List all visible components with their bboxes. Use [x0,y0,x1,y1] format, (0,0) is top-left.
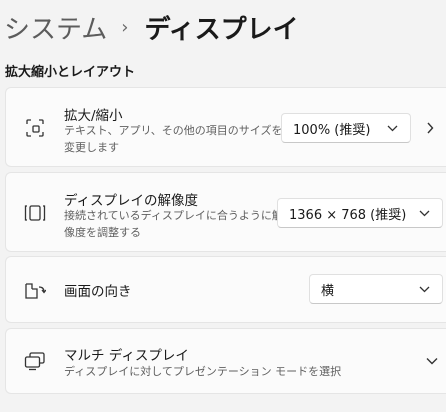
orientation-setting-card: 画面の向き 横 [5,256,446,323]
chevron-down-icon [419,210,430,217]
scale-description-line1: テキスト、アプリ、その他の項目のサイズを [64,124,283,137]
orientation-icon [24,280,46,302]
resolution-dropdown[interactable]: 1366 × 768 (推奨) [277,198,443,228]
resolution-dropdown-value: 1366 × 768 (推奨) [289,207,407,223]
breadcrumb-system-link[interactable]: システム [4,9,107,46]
orientation-dropdown[interactable]: 横 [309,274,443,304]
scale-setting-card: 拡大/縮小 テキスト、アプリ、その他の項目のサイズを 変更します 100% (推… [5,87,446,167]
breadcrumb-separator: › [121,16,129,38]
chevron-down-icon [419,286,430,293]
resolution-icon [24,202,46,224]
multi-display-title: マルチ ディスプレイ [64,348,189,364]
multi-display-setting-card[interactable]: マルチ ディスプレイ ディスプレイに対してプレゼンテーション モードを選択 [5,328,446,394]
chevron-down-icon [387,125,398,132]
multi-display-description: ディスプレイに対してプレゼンテーション モードを選択 [64,365,342,378]
section-header-scale-layout: 拡大縮小とレイアウト [5,65,136,80]
resolution-setting-card: ディスプレイの解像度 接続されているディスプレイに合うように解 像度を調整する … [5,172,446,252]
orientation-dropdown-value: 横 [321,283,335,299]
page-title: ディスプレイ [144,14,299,45]
breadcrumb: システム › ディスプレイ [4,6,299,48]
scale-dropdown[interactable]: 100% (推奨) [281,113,411,143]
scale-description-line2: 変更します [64,141,119,154]
multi-display-icon [24,350,46,372]
resolution-title: ディスプレイの解像度 [64,193,199,209]
resolution-description-line2: 像度を調整する [64,226,141,239]
scale-title: 拡大/縮小 [64,108,123,124]
scale-dropdown-value: 100% (推奨) [293,122,371,138]
resolution-description-line1: 接続されているディスプレイに合うように解 [64,209,283,222]
orientation-title: 画面の向き [64,284,132,300]
scale-icon [24,117,46,139]
chevron-down-icon[interactable] [426,357,438,365]
chevron-right-icon[interactable] [426,122,434,134]
